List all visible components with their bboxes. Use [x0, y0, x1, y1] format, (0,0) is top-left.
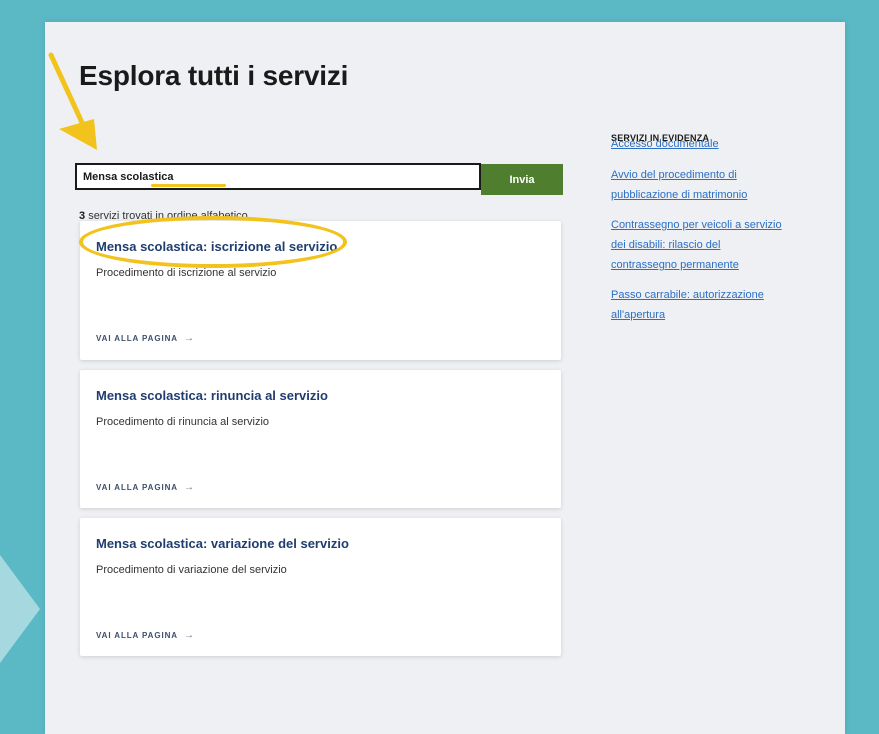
card-link-label: VAI ALLA PAGINA [96, 334, 178, 343]
sidebar-link-contrassegno-disabili[interactable]: Contrassegno per veicoli a servizio dei … [611, 215, 786, 275]
arrow-right-icon: → [183, 333, 194, 344]
result-card-variazione: Mensa scolastica: variazione del servizi… [80, 518, 561, 656]
sidebar-link-pubblicazione-matrimonio[interactable]: Avvio del procedimento di pubblicazione … [611, 165, 786, 205]
card-link-label: VAI ALLA PAGINA [96, 631, 178, 640]
annotation-ellipse [79, 216, 347, 268]
arrow-right-icon: → [183, 630, 194, 641]
card-link-rinuncia[interactable]: VAI ALLA PAGINA → [96, 482, 194, 493]
page-container: Esplora tutti i servizi Invia 3 servizi … [45, 22, 845, 734]
card-description: Procedimento di variazione del servizio [96, 564, 287, 576]
sidebar-link-accesso-documentale[interactable]: Accesso documentale [611, 134, 786, 154]
arrow-right-icon: → [183, 482, 194, 493]
search-input[interactable] [75, 163, 481, 190]
sidebar-link-passo-carrabile[interactable]: Passo carrabile: autorizzazione all'aper… [611, 285, 786, 325]
card-description: Procedimento di iscrizione al servizio [96, 267, 277, 279]
card-link-variazione[interactable]: VAI ALLA PAGINA → [96, 630, 194, 641]
card-link-iscrizione[interactable]: VAI ALLA PAGINA → [96, 333, 194, 344]
card-title-rinuncia[interactable]: Mensa scolastica: rinuncia al servizio [96, 388, 328, 403]
result-card-rinuncia: Mensa scolastica: rinuncia al servizio P… [80, 370, 561, 508]
annotation-underline [151, 184, 226, 187]
card-link-label: VAI ALLA PAGINA [96, 483, 178, 492]
decorative-triangle [0, 555, 40, 663]
submit-button[interactable]: Invia [481, 164, 563, 195]
annotation-arrow-icon [48, 52, 97, 150]
card-title-variazione[interactable]: Mensa scolastica: variazione del servizi… [96, 536, 349, 551]
card-description: Procedimento di rinuncia al servizio [96, 416, 270, 428]
